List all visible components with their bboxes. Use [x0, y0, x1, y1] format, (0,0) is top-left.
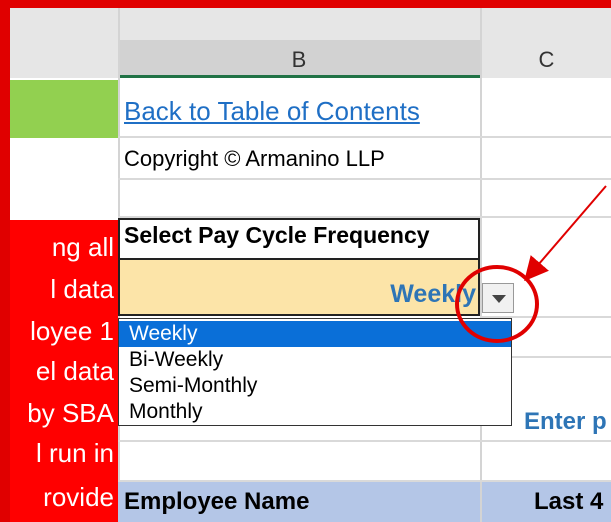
- annotation-frame-top: [0, 0, 611, 8]
- column-a-text: ng all: [51, 232, 114, 262]
- column-a-text: l run in: [35, 438, 114, 468]
- employee-name-header: Employee Name: [124, 488, 310, 515]
- column-a-text: by SBA: [27, 398, 114, 428]
- gridline: [118, 178, 611, 180]
- last4-header: Last 4: [534, 488, 604, 515]
- gridline: [118, 440, 611, 442]
- dropdown-option-semi-monthly[interactable]: Semi-Monthly: [119, 373, 511, 399]
- copyright-text: Copyright © Armanino LLP: [124, 146, 385, 171]
- pay-cycle-label: Select Pay Cycle Frequency: [124, 222, 430, 248]
- column-letter-c: C: [538, 47, 555, 72]
- column-a-text: el data: [35, 356, 114, 386]
- chevron-down-icon[interactable]: [482, 283, 514, 313]
- spreadsheet: B C ng all l data loyee 1 el data by SBA…: [0, 0, 611, 522]
- dropdown-option-bi-weekly[interactable]: Bi-Weekly: [119, 347, 511, 373]
- pay-cycle-value: Weekly: [390, 280, 476, 308]
- column-letter-b: B: [291, 47, 307, 72]
- gridline: [480, 8, 482, 522]
- annotation-arrow: [524, 185, 607, 282]
- pay-cycle-dropdown-list[interactable]: Weekly Bi-Weekly Semi-Monthly Monthly: [118, 318, 512, 426]
- annotation-frame-left: [0, 0, 10, 522]
- back-to-contents-link[interactable]: Back to Table of Contents: [124, 96, 420, 127]
- column-a-text: loyee 1: [30, 316, 114, 346]
- gridline: [118, 136, 611, 138]
- dropdown-option-weekly[interactable]: Weekly: [119, 321, 511, 347]
- column-a-red-cells[interactable]: ng all l data loyee 1 el data by SBA l r…: [10, 220, 118, 522]
- cell-a-green[interactable]: [10, 80, 118, 138]
- column-a-text: rovide: [43, 482, 114, 512]
- dropdown-option-monthly[interactable]: Monthly: [119, 399, 511, 425]
- enter-text-partial: Enter p: [524, 408, 607, 435]
- column-a-text: l data: [50, 274, 114, 304]
